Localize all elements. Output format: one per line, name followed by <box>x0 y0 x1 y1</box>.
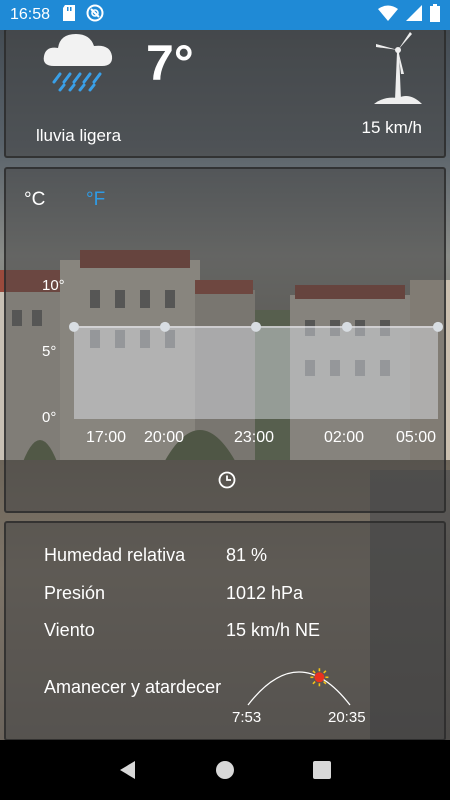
cellular-signal-icon <box>406 4 422 26</box>
battery-icon <box>430 3 440 27</box>
x-axis-tick-label: 05:00 <box>395 429 437 446</box>
humidity-value: 81 % <box>226 545 268 565</box>
wind-label: Viento <box>44 620 95 640</box>
current-weather-card[interactable]: 7° lluvia ligera 15 km/h <box>4 28 446 158</box>
sunset-time: 20:35 <box>328 709 366 726</box>
temperature-point <box>251 321 261 332</box>
humidity-label: Humedad relativa <box>44 545 186 565</box>
x-axis-tick-label: 17:00 <box>85 429 127 446</box>
clock-icon[interactable] <box>218 471 236 489</box>
x-axis-tick-label: 20:00 <box>143 429 185 446</box>
status-bar: 16:58 <box>0 0 450 30</box>
x-axis-tick-label: 02:00 <box>323 429 365 446</box>
wind-speed: 15 km/h <box>361 118 422 137</box>
pressure-value: 1012 hPa <box>226 583 304 603</box>
pressure-label: Presión <box>44 583 106 603</box>
sun-times-label: Amanecer y atardecer <box>44 677 222 697</box>
temperature-chart <box>69 321 443 419</box>
weather-details-card: Humedad relativa 81 % Presión 1012 hPa V… <box>4 521 446 741</box>
home-icon[interactable] <box>213 758 237 782</box>
x-axis-tick-label: 23:00 <box>233 429 275 446</box>
y-axis-tick-label: 5° <box>42 343 57 361</box>
sun-icon <box>310 668 329 687</box>
temperature-point <box>433 321 443 332</box>
temperature-point <box>342 321 352 332</box>
rain-cloud-icon <box>43 34 113 92</box>
wind-turbine-icon <box>374 32 422 104</box>
sun-path-arc <box>247 668 351 706</box>
sunrise-time: 7:53 <box>232 709 262 726</box>
temperature-point <box>160 321 170 332</box>
vpn-icon <box>86 4 104 27</box>
sd-card-icon <box>62 4 76 26</box>
wind-value: 15 km/h NE <box>226 620 321 640</box>
y-axis-tick-label: 0° <box>42 409 57 426</box>
navigation-bar <box>0 740 450 800</box>
y-axis-tick-label: 10° <box>42 277 65 295</box>
wifi-icon <box>378 5 398 26</box>
back-icon[interactable] <box>116 758 140 782</box>
temperature-point <box>69 321 79 332</box>
forecast-chart-card: °C °F 10° 5° 0° 17:00 20:00 23:00 02:00 05:00 <box>4 167 446 513</box>
weather-condition: lluvia ligera <box>36 126 122 145</box>
current-temperature: 7° <box>146 35 194 91</box>
temperature-area <box>74 326 438 419</box>
recents-icon[interactable] <box>310 758 334 782</box>
status-time: 16:58 <box>10 6 51 23</box>
